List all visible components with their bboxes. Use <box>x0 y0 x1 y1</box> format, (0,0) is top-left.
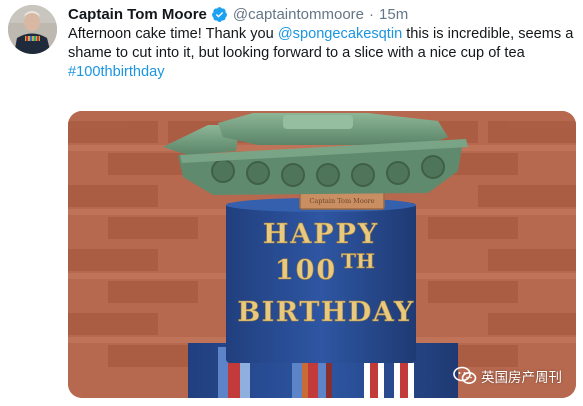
cake-text-happy: HAPPY <box>263 219 379 250</box>
tweet-header: Captain Tom Moore @captaintommoore · 15m <box>68 3 408 25</box>
header-separator: · <box>369 5 375 23</box>
tweet-text-part1: Afternoon cake time! Thank you <box>68 26 278 42</box>
author-avatar[interactable] <box>8 5 57 54</box>
author-handle[interactable]: @captaintommoore <box>233 6 364 23</box>
mention-link[interactable]: @spongecakesqtin <box>278 26 402 42</box>
cake-text-100: 100 <box>275 255 337 286</box>
tank-cake-topper <box>163 113 468 195</box>
tweet-photo[interactable]: Captain Tom Moore HAPPY 100 TH BIRTHDAY … <box>68 111 576 398</box>
wechat-icon <box>453 366 477 384</box>
cake-text-th: TH <box>341 249 375 273</box>
cake-plaque-text: Captain Tom Moore <box>309 197 374 205</box>
watermark: 英国房产周刊 <box>453 366 562 386</box>
hashtag-link[interactable]: #100thbirthday <box>68 63 578 82</box>
verified-badge-icon <box>211 6 228 23</box>
cake-text-birthday: BIRTHDAY <box>237 297 414 328</box>
tweet-timestamp[interactable]: 15m <box>379 6 408 23</box>
tweet-card: Captain Tom Moore @captaintommoore · 15m… <box>0 0 583 406</box>
watermark-label: 英国房产周刊 <box>481 370 562 385</box>
author-name[interactable]: Captain Tom Moore <box>68 6 207 23</box>
tweet-text: Afternoon cake time! Thank you @spongeca… <box>68 25 578 82</box>
